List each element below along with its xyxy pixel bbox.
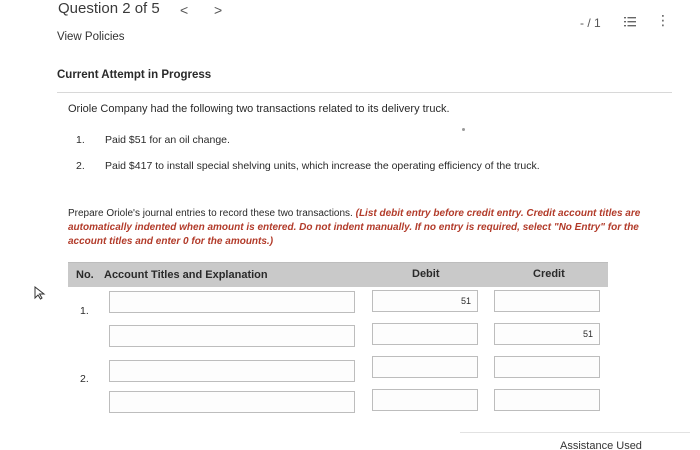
account-title-input[interactable]: [109, 291, 355, 313]
header-credit: Credit: [533, 268, 565, 280]
view-policies-link[interactable]: View Policies: [57, 31, 125, 43]
header-account-titles: Account Titles and Explanation: [104, 269, 268, 281]
journal-table-header: No. Account Titles and Explanation Debit…: [68, 262, 608, 287]
score-display: - / 1: [580, 16, 601, 30]
list-item-number: 2.: [76, 160, 85, 172]
debit-input[interactable]: [372, 389, 478, 411]
account-title-input[interactable]: [109, 360, 355, 382]
instructions: Prepare Oriole's journal entries to reco…: [68, 207, 648, 249]
entry-number: 2.: [80, 373, 89, 385]
mouse-cursor-icon: [34, 285, 46, 300]
header-debit: Debit: [412, 268, 440, 280]
divider: [460, 432, 690, 433]
header-no: No.: [76, 269, 94, 281]
previous-question-button[interactable]: <: [180, 2, 188, 18]
assistance-used-label: Assistance Used: [560, 440, 642, 450]
instructions-plain: Prepare Oriole's journal entries to reco…: [68, 208, 356, 219]
list-item-text: Paid $417 to install special shelving un…: [105, 160, 540, 172]
entry-number: 1.: [80, 305, 89, 317]
debit-input[interactable]: [372, 323, 478, 345]
next-question-button[interactable]: >: [214, 2, 222, 18]
account-title-input[interactable]: [109, 391, 355, 413]
problem-intro: Oriole Company had the following two tra…: [68, 103, 450, 115]
account-title-input[interactable]: [109, 325, 355, 347]
divider: [57, 92, 672, 93]
debit-input[interactable]: 51: [372, 290, 478, 312]
list-icon[interactable]: [624, 15, 636, 27]
list-item-text: Paid $51 for an oil change.: [105, 134, 230, 146]
credit-input[interactable]: [494, 389, 600, 411]
debit-input[interactable]: [372, 356, 478, 378]
attempt-status: Current Attempt in Progress: [57, 69, 212, 81]
credit-input[interactable]: [494, 290, 600, 312]
list-item-number: 1.: [76, 134, 85, 146]
credit-input[interactable]: 51: [494, 323, 600, 345]
decorative-dot: [462, 128, 465, 131]
more-options-icon[interactable]: ⋮: [656, 13, 670, 27]
credit-input[interactable]: [494, 356, 600, 378]
question-title: Question 2 of 5: [58, 0, 160, 17]
